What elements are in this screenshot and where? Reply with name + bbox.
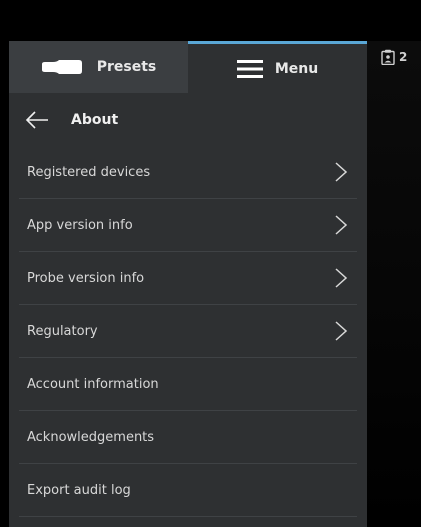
chevron-right-icon [335,268,347,288]
chevron-right-icon [335,321,347,341]
clipboard-badge[interactable]: 2 [381,49,407,65]
panel-tabs: Presets Menu [9,41,367,93]
menu-item-regulatory[interactable]: Regulatory [9,305,367,358]
chevron-right-icon [335,215,347,235]
menu-item-label: App version info [27,218,133,233]
screen: Presets Menu About Registered devices Ap… [0,0,421,527]
menu-item-probe-version-info[interactable]: Probe version info [9,252,367,305]
tab-presets-label: Presets [96,59,157,75]
menu-item-export-audit-log[interactable]: Export audit log [9,464,367,517]
menu-item-account-information[interactable]: Account information [9,358,367,411]
menu-item-label: Probe version info [27,271,145,286]
tab-menu-label: Menu [274,60,319,77]
menu-item-app-version-info[interactable]: App version info [9,199,367,252]
clipboard-count: 2 [399,50,408,64]
clipboard-icon [381,49,395,65]
menu-panel: Presets Menu About Registered devices Ap… [9,41,367,527]
menu-item-acknowledgements[interactable]: Acknowledgements [9,411,367,464]
chevron-right-icon [335,162,347,182]
menu-item-label: Registered devices [27,165,151,180]
tab-presets[interactable]: Presets [9,41,188,93]
probe-icon [41,59,83,75]
back-arrow-icon[interactable] [25,110,49,130]
menu-item-label: Acknowledgements [27,430,155,445]
menu-item-label: Regulatory [27,324,98,339]
about-header: About [9,93,367,146]
hamburger-icon [236,59,263,78]
tab-menu[interactable]: Menu [188,41,367,93]
about-menu-list: Registered devices App version info Prob… [9,146,367,517]
image-area-backdrop [367,41,421,527]
menu-item-label: Account information [27,377,159,392]
menu-item-label: Export audit log [27,483,131,498]
page-title: About [71,111,119,128]
menu-item-registered-devices[interactable]: Registered devices [9,146,367,199]
